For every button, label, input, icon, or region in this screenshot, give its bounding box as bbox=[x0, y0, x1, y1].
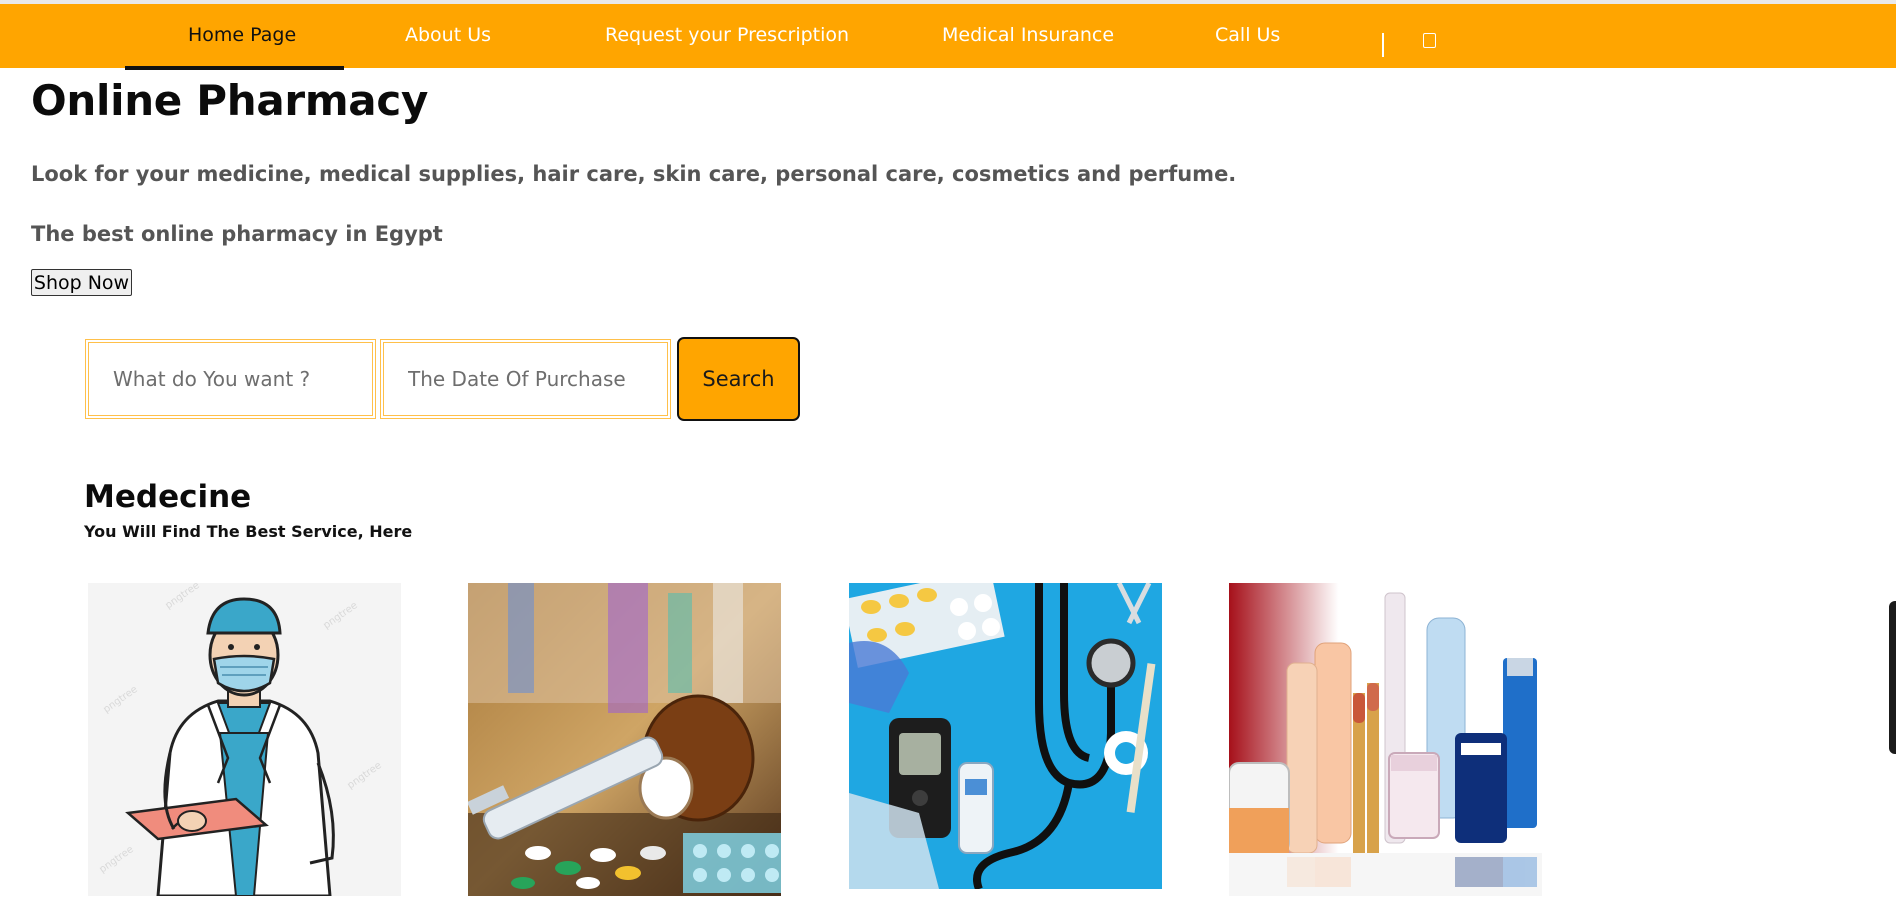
product-card-cosmetics[interactable] bbox=[1229, 583, 1542, 896]
doctor-illustration: pngtree pngtree pngtree pngtree pngtree bbox=[88, 583, 401, 896]
hero-tagline: The best online pharmacy in Egypt bbox=[31, 222, 443, 246]
hero-description: Look for your medicine, medical supplies… bbox=[31, 162, 1237, 186]
nav-item-about-us[interactable]: About Us bbox=[405, 4, 491, 68]
cart-icon[interactable] bbox=[1423, 33, 1436, 48]
product-card-supplies[interactable] bbox=[849, 583, 1162, 889]
search-button[interactable]: Search bbox=[677, 337, 800, 421]
product-card-doctor[interactable]: pngtree pngtree pngtree pngtree pngtree bbox=[88, 583, 401, 896]
nav-item-home-page[interactable]: Home Page bbox=[188, 4, 296, 68]
page-title: Online Pharmacy bbox=[31, 76, 429, 125]
active-nav-underline bbox=[125, 66, 344, 70]
nav-divider bbox=[1382, 33, 1384, 57]
section-title: Medecine bbox=[84, 479, 252, 515]
medical-supplies-photo bbox=[849, 583, 1162, 889]
date-field-wrapper bbox=[380, 339, 671, 419]
pills-and-syringe-photo bbox=[468, 583, 781, 896]
product-card-pills[interactable] bbox=[468, 583, 781, 896]
nav-item-medical-insurance[interactable]: Medical Insurance bbox=[942, 4, 1114, 68]
search-query-input[interactable] bbox=[89, 343, 372, 415]
query-field-wrapper bbox=[85, 339, 376, 419]
side-feedback-tab[interactable] bbox=[1889, 601, 1896, 754]
cosmetics-products-photo bbox=[1229, 583, 1542, 896]
purchase-date-input[interactable] bbox=[384, 343, 667, 415]
section-subtitle: You Will Find The Best Service, Here bbox=[84, 522, 413, 541]
nav-item-request-prescription[interactable]: Request your Prescription bbox=[605, 4, 849, 68]
nav-item-call-us[interactable]: Call Us bbox=[1215, 4, 1280, 68]
main-navbar: Home Page About Us Request your Prescrip… bbox=[0, 4, 1896, 68]
shop-now-button[interactable]: Shop Now bbox=[31, 269, 132, 296]
